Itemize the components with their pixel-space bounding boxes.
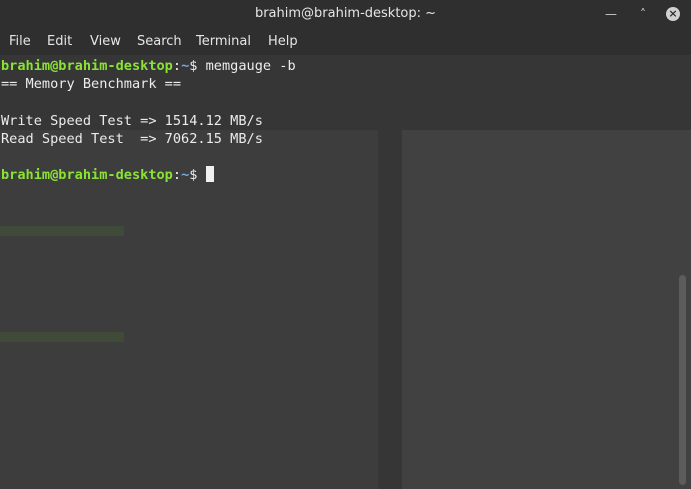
command-text: memgauge -b [205,58,296,74]
read-speed-line: Read Speed Test => 7062.15 MB/s [1,130,263,147]
background-highlight [0,226,124,236]
prompt-symbol: $ [189,167,206,184]
menu-view[interactable]: View [90,34,121,49]
maximize-icon[interactable]: ˄ [636,7,650,21]
terminal-output: brahim@brahim-desktop:~$ memgauge -b == … [1,57,296,184]
prompt-user: brahim@brahim-desktop [1,167,173,184]
background-panel-right [402,130,691,489]
minimize-icon[interactable]: — [604,7,618,21]
terminal-area[interactable]: brahim@brahim-desktop:~$ memgauge -b == … [0,55,691,489]
prompt-symbol: $ [189,58,206,74]
write-speed-line: Write Speed Test => 1514.12 MB/s [1,112,263,129]
menu-bar: File Edit View Search Terminal Help [0,29,691,55]
window-title: brahim@brahim-desktop: ~ [254,6,437,21]
menu-help[interactable]: Help [268,34,298,49]
output-header: == Memory Benchmark == [1,76,182,93]
close-icon[interactable]: × [666,7,680,21]
menu-terminal[interactable]: Terminal [196,34,251,49]
menu-edit[interactable]: Edit [47,34,72,49]
scrollbar-thumb[interactable] [679,275,686,485]
title-bar: brahim@brahim-desktop: ~ — ˄ × [0,0,691,29]
prompt-separator: : [172,58,182,74]
prompt-user: brahim@brahim-desktop [1,58,173,74]
background-highlight [0,332,124,342]
menu-search[interactable]: Search [137,34,182,49]
prompt-separator: : [172,167,182,184]
text-cursor [205,166,214,183]
menu-file[interactable]: File [9,34,31,49]
